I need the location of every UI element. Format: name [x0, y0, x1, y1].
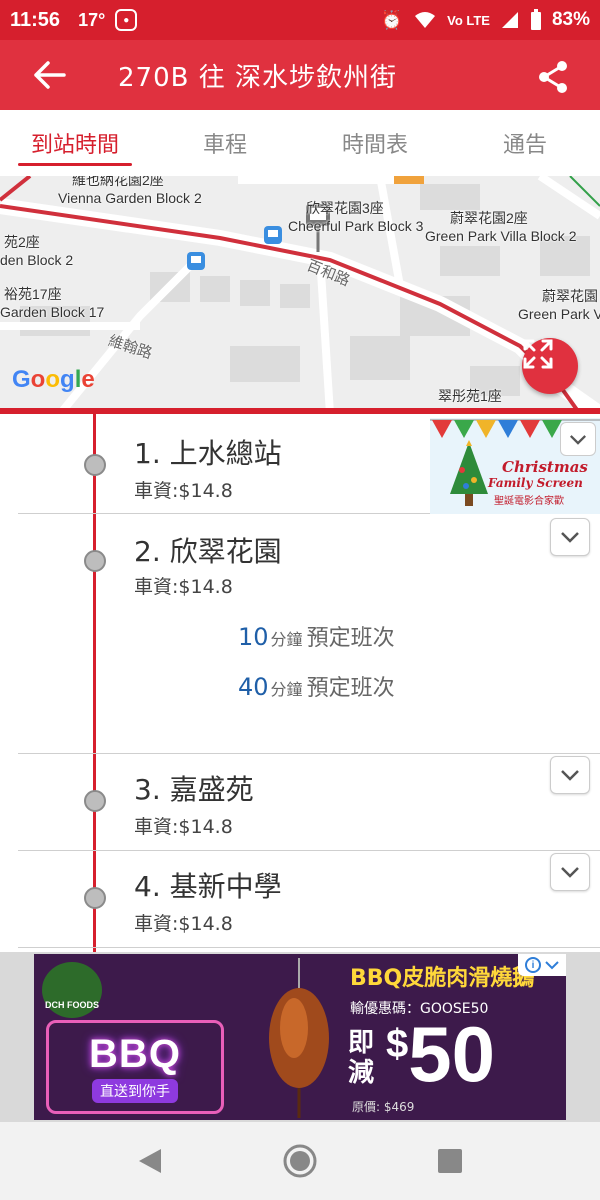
- map-label-green-park-right: 蔚翠花園: [542, 288, 598, 304]
- dch-foods-logo: DCH FOODS: [42, 962, 102, 1018]
- google-logo: Google: [12, 366, 95, 393]
- stop-dot-icon: [84, 790, 106, 812]
- stop-name: 1. 上水總站: [134, 437, 282, 470]
- eta-minutes: 40: [238, 673, 269, 701]
- stop-item[interactable]: 3. 嘉盛苑 車資:$14.8: [18, 754, 600, 851]
- bbq-ad-original-price: 原價: $469: [352, 1100, 415, 1114]
- eta-minutes: 10: [238, 623, 269, 651]
- route-map[interactable]: 維也納花園2座 Vienna Garden Block 2 欣翠花園3座 Che…: [0, 176, 600, 414]
- status-bar: 11:56 17° ● ⏰ Vo LTE 83%: [0, 0, 600, 40]
- eta-row: 10 分鐘 預定班次: [238, 620, 395, 652]
- tab-timetable[interactable]: 時間表: [300, 110, 450, 176]
- chevron-down-icon: [561, 532, 579, 543]
- stop-item[interactable]: 2. 欣翠花園 車資:$14.8 10 分鐘 預定班次 40 分鐘 預定班次: [18, 514, 600, 754]
- bbq-ad-amount: 50: [408, 1010, 496, 1098]
- tab-journey[interactable]: 車程: [150, 110, 300, 176]
- status-temperature: 17°: [78, 9, 106, 30]
- eta-unit: 分鐘: [270, 680, 303, 699]
- nav-home-button[interactable]: [275, 1136, 325, 1186]
- roast-goose-image: [269, 958, 329, 1118]
- info-icon: i: [525, 957, 541, 973]
- battery-percent: 83%: [551, 9, 590, 30]
- bbq-ad-price: $50: [386, 1014, 495, 1094]
- map-label-yuyuen: 裕苑17座: [4, 286, 62, 302]
- stop-name: 2. 欣翠花園: [134, 535, 282, 568]
- bus-stop-icon: [264, 226, 282, 244]
- nav-recents-button[interactable]: [425, 1136, 475, 1186]
- stop-expand-button[interactable]: [550, 518, 590, 556]
- cell-signal-icon: [501, 12, 518, 28]
- stop-name: 4. 基新中學: [134, 870, 282, 903]
- map-label-cheerful-en: Cheerful Park Block 3: [288, 218, 424, 234]
- map-label-green-park-right-en: Green Park Vil: [518, 306, 600, 322]
- map-label-vienna-en: Vienna Garden Block 2: [58, 190, 202, 206]
- back-arrow-icon: [34, 61, 66, 89]
- home-circle-icon: [283, 1144, 317, 1178]
- back-button[interactable]: [0, 61, 100, 89]
- stop-dot-icon: [84, 454, 106, 476]
- chevron-down-icon: [561, 867, 579, 878]
- recents-square-icon: [438, 1149, 462, 1173]
- stop-fare: 車資:$14.8: [134, 913, 233, 935]
- stop-fare: 車資:$14.8: [134, 576, 233, 598]
- eta-label: 預定班次: [306, 676, 395, 701]
- chevron-down-icon: [545, 960, 559, 969]
- map-label-vienna: 維也納花園2座: [72, 176, 164, 188]
- bbq-ad-banner[interactable]: DCH FOODS BBQ 直送到你手 BBQ皮脆肉滑燒鵝 輸優惠碼：GOOSE…: [34, 954, 566, 1120]
- volte-indicator: Vo LTE: [447, 12, 490, 28]
- wifi-icon: [415, 12, 436, 28]
- map-label-cheerful: 欣翠花園3座: [306, 200, 384, 216]
- app-bar: 270B 往 深水埗欽州街: [0, 40, 600, 110]
- chevron-down-icon: [570, 434, 586, 445]
- expand-icon: [523, 339, 553, 369]
- stop-fare: 車資:$14.8: [134, 816, 233, 838]
- stop-expand-button[interactable]: [550, 756, 590, 794]
- bbq-neon-subtext: 直送到你手: [92, 1078, 178, 1103]
- map-label-left-block2-en: den Block 2: [0, 252, 74, 268]
- bbq-neon-text: BBQ: [89, 1031, 181, 1076]
- christmas-ad-title: Christmas: [502, 458, 588, 476]
- bbq-ad-discount-label: 即減: [348, 1028, 375, 1088]
- eta-unit: 分鐘: [270, 630, 303, 649]
- christmas-ad-chinese: 聖誕電影合家歡: [494, 496, 564, 507]
- notification-icon: ●: [115, 9, 138, 31]
- map-label-chuitung: 翠彤苑1座: [438, 388, 502, 404]
- system-nav-bar: [0, 1122, 600, 1200]
- map-fullscreen-button[interactable]: [522, 338, 578, 394]
- map-label-left-block2: 苑2座: [4, 234, 40, 250]
- share-icon[interactable]: [536, 60, 570, 94]
- bbq-neon-sign: BBQ 直送到你手: [46, 1020, 224, 1114]
- eta-row: 40 分鐘 預定班次: [238, 670, 395, 702]
- nav-back-button[interactable]: [125, 1136, 175, 1186]
- tab-arrival-time[interactable]: 到站時間: [0, 110, 150, 176]
- status-time: 11:56: [10, 8, 61, 31]
- eta-label: 預定班次: [306, 626, 395, 651]
- stop-item[interactable]: 4. 基新中學 車資:$14.8: [18, 851, 600, 948]
- stop-name: 3. 嘉盛苑: [134, 773, 254, 806]
- map-label-green-park-en: Green Park Villa Block 2: [425, 228, 577, 244]
- tab-bar: 到站時間 車程 時間表 通告: [0, 110, 600, 176]
- stop-expand-button[interactable]: [560, 422, 596, 456]
- ad-choices-button[interactable]: i: [518, 954, 566, 976]
- map-label-yuyuen-en: Garden Block 17: [0, 304, 105, 320]
- stop-dot-icon: [84, 887, 106, 909]
- tab-notices[interactable]: 通告: [450, 110, 600, 176]
- map-label-green-park: 蔚翠花園2座: [450, 210, 528, 226]
- bbq-ad-currency: $: [386, 1022, 409, 1066]
- route-title: 270B 往 深水埗欽州街: [118, 62, 397, 93]
- chevron-down-icon: [561, 770, 579, 781]
- stop-dot-icon: [84, 550, 106, 572]
- bbq-ad-headline: BBQ皮脆肉滑燒鵝: [350, 966, 535, 991]
- stop-fare: 車資:$14.8: [134, 480, 233, 502]
- christmas-tree-icon: [450, 440, 488, 506]
- stop-expand-button[interactable]: [550, 853, 590, 891]
- christmas-ad-banner[interactable]: Christmas Family Screen 聖誕電影合家歡: [430, 418, 600, 514]
- battery-icon: [530, 9, 541, 30]
- christmas-ad-subtitle: Family Screen: [488, 476, 583, 490]
- back-triangle-icon: [139, 1149, 161, 1173]
- alarm-icon: ⏰: [380, 9, 404, 30]
